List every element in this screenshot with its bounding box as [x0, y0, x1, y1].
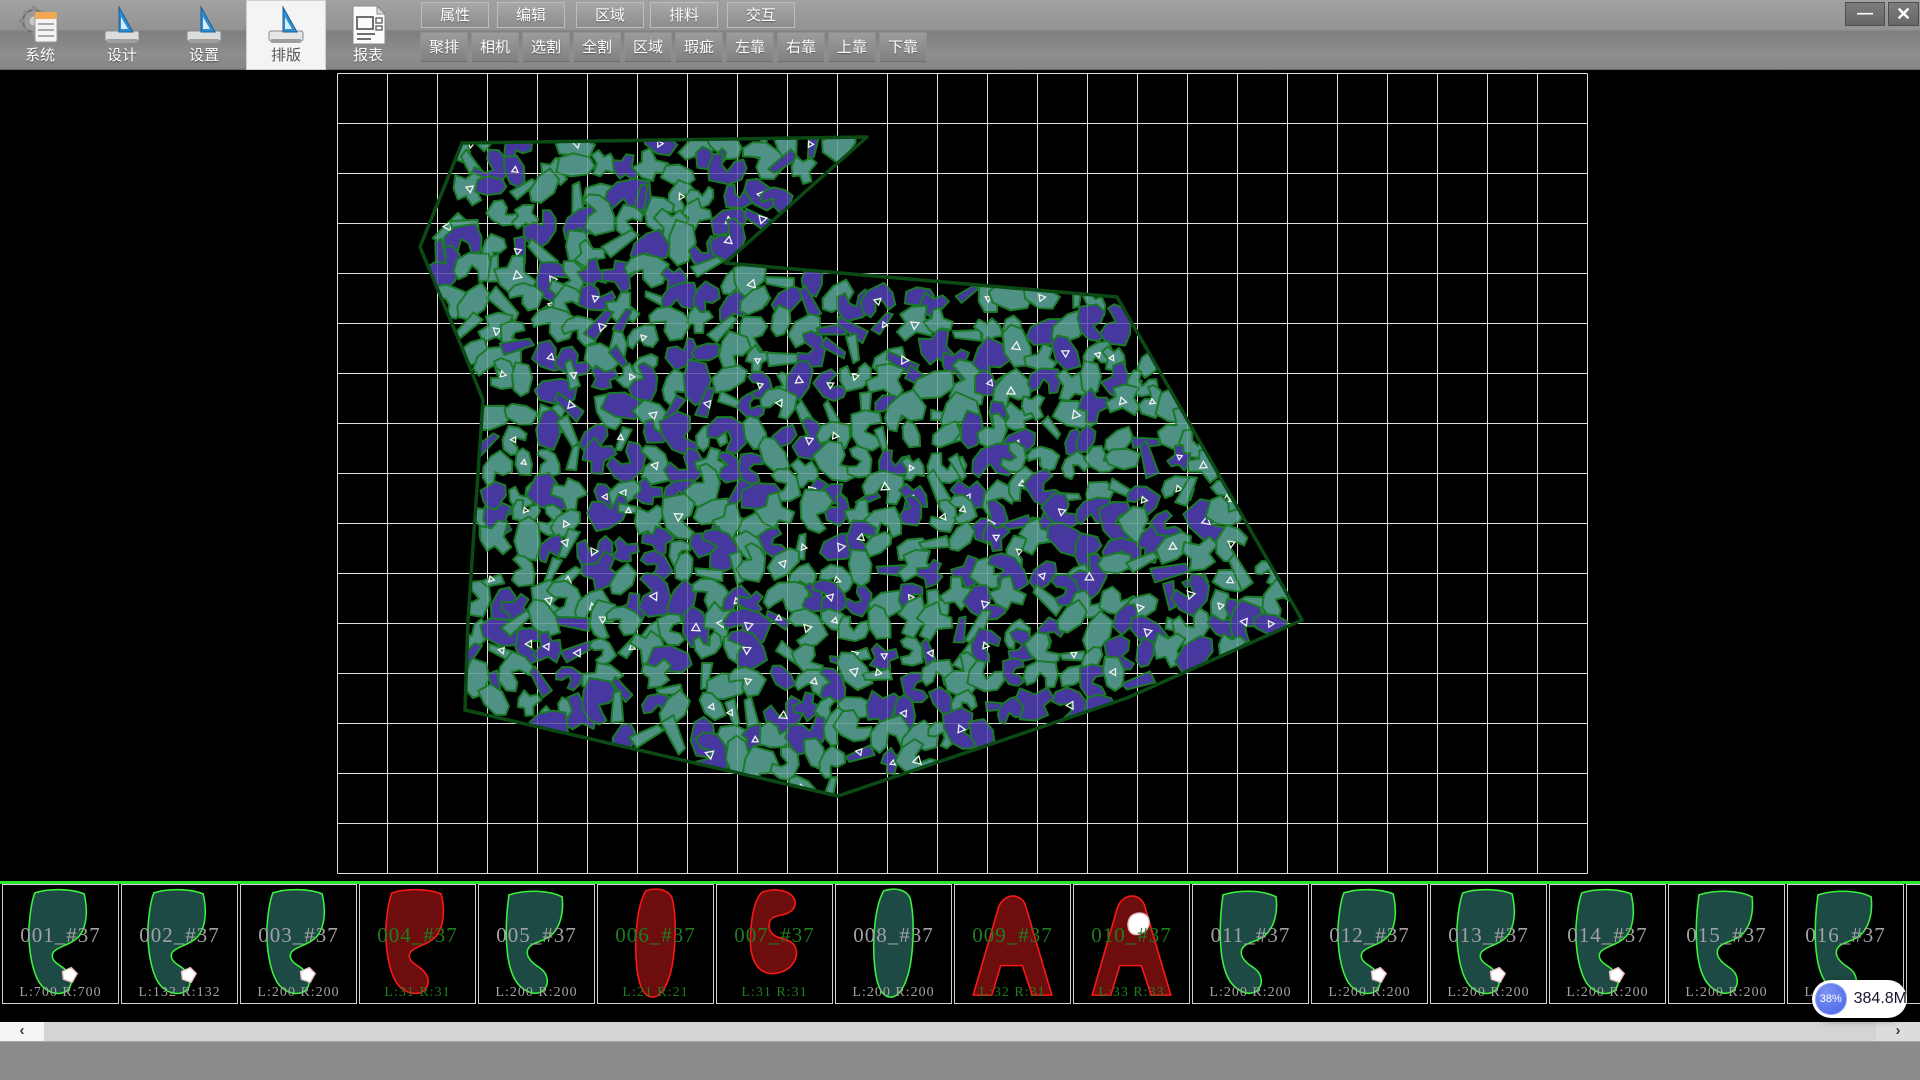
toolbar-button-settings[interactable]: 设置	[164, 0, 244, 70]
thumbnail-lr-count: L:31 R:31	[360, 985, 475, 1001]
cmd-button-defect[interactable]: 瑕疵	[675, 32, 723, 62]
thumbnail-lr-count: L:200 R:200	[241, 985, 356, 1001]
memory-usage: 384.8M	[1854, 990, 1907, 1008]
cmd-button-cluster-nest[interactable]: 聚排	[420, 32, 468, 62]
progress-badge: 38% 384.8M	[1812, 980, 1907, 1018]
thumbnail-cell[interactable]: 003_#37 L:200 R:200	[240, 884, 357, 1004]
thumbnail-piece-id: 006_#37	[598, 923, 713, 948]
thumbnail-piece-id: 002_#37	[122, 923, 237, 948]
thumbnail-piece-id: 012_#37	[1312, 923, 1427, 948]
thumbnail-lr-count: L:31 R:31	[717, 985, 832, 1001]
toolbar-button-report[interactable]: 报表	[328, 0, 408, 70]
menu-tab-nesting[interactable]: 排料	[650, 2, 718, 28]
thumbnail-lr-count: L:200 R:200	[479, 985, 594, 1001]
thumbnail-cell[interactable]: 014_#37 L:200 R:200	[1549, 884, 1666, 1004]
design-setsquare-icon	[99, 3, 145, 47]
thumbnail-lr-count: L:200 R:200	[836, 985, 951, 1001]
thumbnail-piece-id: 013_#37	[1431, 923, 1546, 948]
cmd-button-align-bottom[interactable]: 下靠	[879, 32, 927, 62]
cmd-button-align-left[interactable]: 左靠	[726, 32, 774, 62]
toolbar-button-design[interactable]: 设计	[82, 0, 162, 70]
thumbnail-cell[interactable]: 010_#37 L:33 R:33	[1073, 884, 1190, 1004]
thumbnail-piece-id: 008_#37	[836, 923, 951, 948]
toolbar-button-layout[interactable]: 排版	[246, 0, 326, 70]
thumbnail-cell[interactable]: 009_#37 L:32 R:31	[954, 884, 1071, 1004]
cmd-button-align-top[interactable]: 上靠	[828, 32, 876, 62]
piece-shape	[1907, 885, 1920, 1003]
titlebar: 系统 设计 设置	[0, 0, 1920, 70]
toolbar-label-layout: 排版	[271, 47, 301, 65]
toolbar-label-settings: 设置	[189, 47, 219, 65]
scroll-left-icon[interactable]: ‹	[0, 1022, 44, 1041]
toolbar-label-report: 报表	[353, 47, 383, 65]
menu-tab-region[interactable]: 区域	[576, 2, 644, 28]
thumbnail-cell[interactable]: 007_#37 L:31 R:31	[716, 884, 833, 1004]
thumbnail-piece-id: 009_#37	[955, 923, 1070, 948]
status-bar	[0, 1041, 1920, 1080]
toolbar-button-system[interactable]: 系统	[0, 0, 80, 70]
thumbnail-cell[interactable]: 006_#37 L:21 R:21	[597, 884, 714, 1004]
cmd-button-align-right[interactable]: 右靠	[777, 32, 825, 62]
application-window: 系统 设计 设置	[0, 0, 1920, 1080]
thumbnail-lr-count: L:21 R:21	[598, 985, 713, 1001]
thumbnail-lr-count: L:132 R:132	[122, 985, 237, 1001]
thumbnail-cell[interactable]: 012_#37 L:200 R:200	[1311, 884, 1428, 1004]
nesting-canvas[interactable]	[0, 70, 1920, 881]
thumbnail-piece-id: 014_#37	[1550, 923, 1665, 948]
thumbnail-lr-count: L:200 R:200	[1669, 985, 1784, 1001]
layout-setsquare-icon	[263, 3, 309, 47]
thumbnail-piece-id: 003_#37	[241, 923, 356, 948]
report-document-icon	[345, 3, 391, 47]
cmd-button-select-cut[interactable]: 选割	[522, 32, 570, 62]
thumbnail-cell[interactable]: 005_#37 L:200 R:200	[478, 884, 595, 1004]
thumbnail-piece-id: 007_#37	[717, 923, 832, 948]
thumbnail-cell[interactable]: 001_#37 L:700 R:700	[2, 884, 119, 1004]
settings-setsquare-icon	[181, 3, 227, 47]
thumbnail-lr-count: L:200 R:200	[1193, 985, 1308, 1001]
menu-tab-properties[interactable]: 属性	[421, 2, 489, 28]
menu-tab-edit[interactable]: 编辑	[497, 2, 565, 28]
cmd-button-region[interactable]: 区域	[624, 32, 672, 62]
thumbnail-lr-count: L:200 R:200	[1431, 985, 1546, 1001]
scroll-right-icon[interactable]: ›	[1876, 1022, 1920, 1041]
thumbnail-cell[interactable]: 015_#37 L:200 R:200	[1668, 884, 1785, 1004]
toolbar-label-system: 系统	[25, 47, 55, 65]
thumbnail-lr-count: L:33 R:33	[1074, 985, 1189, 1001]
cmd-button-cut-all[interactable]: 全割	[573, 32, 621, 62]
thumbnail-piece-id: 005_#37	[479, 923, 594, 948]
thumbnail-piece-id: 015_#37	[1669, 923, 1784, 948]
thumbnail-cell[interactable]: 013_#37 L:200 R:200	[1430, 884, 1547, 1004]
thumbnail-cell[interactable]: 008_#37 L:200 R:200	[835, 884, 952, 1004]
menu-tab-interaction[interactable]: 交互	[727, 2, 795, 28]
progress-percent: 38%	[1815, 983, 1847, 1015]
cmd-button-camera[interactable]: 相机	[471, 32, 519, 62]
thumbnail-lr-count: L:32 R:31	[955, 985, 1070, 1001]
thumbnail-piece-id: 004_#37	[360, 923, 475, 948]
horizontal-scrollbar[interactable]: ‹ ›	[0, 1022, 1920, 1041]
thumbnail-piece-id: 010_#37	[1074, 923, 1189, 948]
system-gear-icon	[17, 3, 63, 47]
thumbnail-piece-id: 011_#37	[1193, 923, 1308, 948]
thumbnail-cell[interactable]: 002_#37 L:132 R:132	[121, 884, 238, 1004]
thumbnail-cell[interactable]: 011_#37 L:200 R:200	[1192, 884, 1309, 1004]
toolbar-label-design: 设计	[107, 47, 137, 65]
thumbnail-cell[interactable]	[1906, 884, 1920, 1004]
thumbnail-cell[interactable]: 004_#37 L:31 R:31	[359, 884, 476, 1004]
thumbnail-lr-count: L:200 R:200	[1550, 985, 1665, 1001]
thumbnail-piece-id: 001_#37	[3, 923, 118, 948]
thumbnail-piece-id: 016_#37	[1788, 923, 1903, 948]
piece-thumbnail-strip: 001_#37L:700 R:700002_#37L:132 R:132003_…	[0, 884, 1920, 1004]
close-button[interactable]: ✕	[1888, 2, 1919, 26]
minimize-button[interactable]: —	[1845, 2, 1885, 26]
thumbnail-lr-count: L:700 R:700	[3, 985, 118, 1001]
thumbnail-lr-count: L:200 R:200	[1312, 985, 1427, 1001]
